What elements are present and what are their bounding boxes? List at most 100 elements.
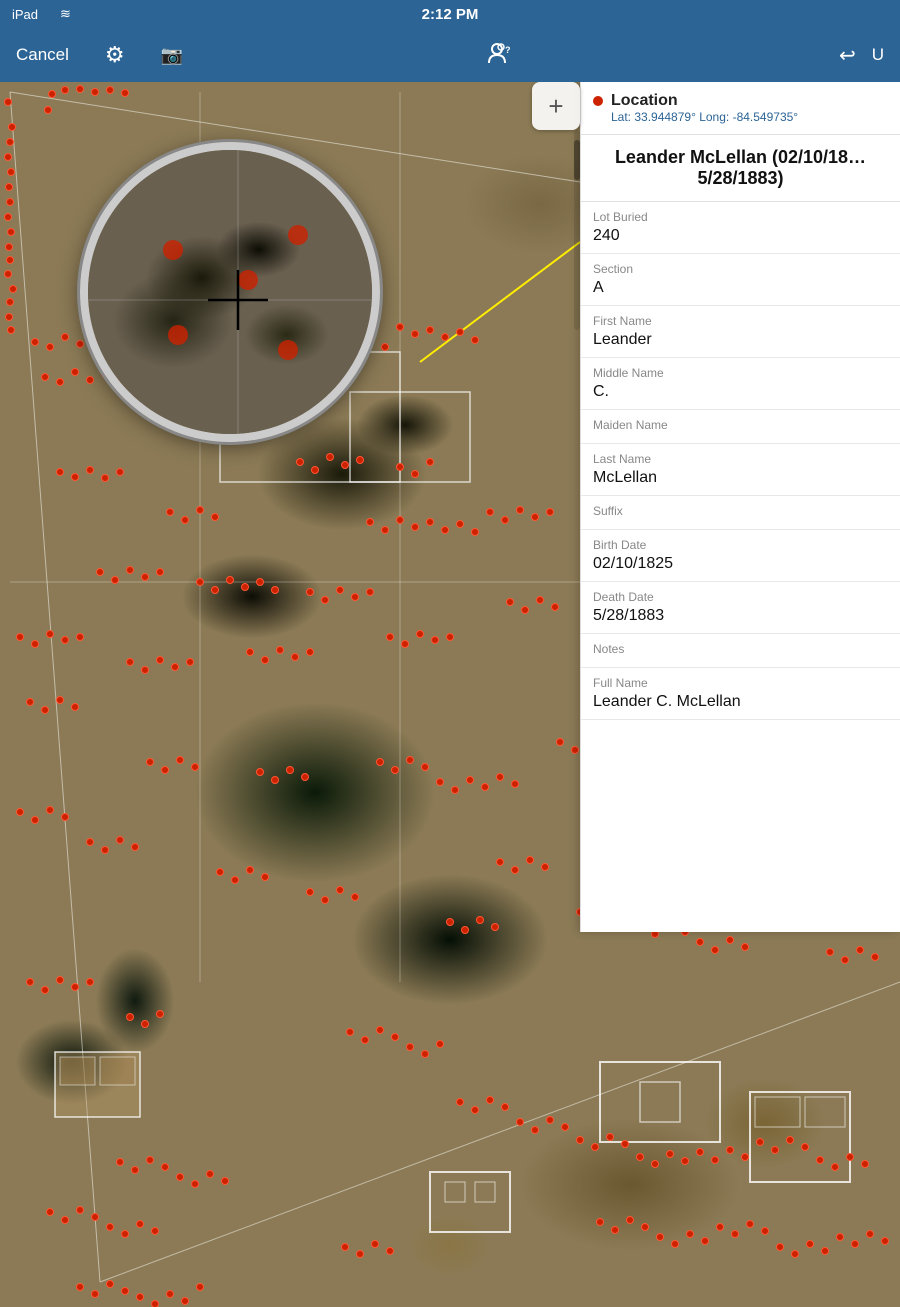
grave-dot: [48, 90, 56, 98]
grave-dot: [76, 85, 84, 93]
grave-dot: [341, 461, 349, 469]
grave-dot: [6, 138, 14, 146]
grave-dot: [341, 1243, 349, 1251]
grave-dot: [321, 596, 329, 604]
grave-dot: [386, 1247, 394, 1255]
info-field: Middle NameC.: [581, 358, 900, 410]
grave-dot: [351, 893, 359, 901]
grave-dot: [366, 588, 374, 596]
grave-dot: [151, 1300, 159, 1307]
camera-icon[interactable]: 📷: [161, 45, 183, 66]
grave-dot: [116, 1158, 124, 1166]
grave-dot: [46, 630, 54, 638]
back-button[interactable]: ↩: [839, 43, 856, 68]
grave-dot: [216, 868, 224, 876]
grave-dot: [16, 808, 24, 816]
gear-icon[interactable]: ⚙: [105, 42, 125, 68]
grave-dot: [606, 1133, 614, 1141]
grave-dot: [531, 1126, 539, 1134]
field-value: C.: [593, 383, 888, 401]
grave-dot: [681, 1157, 689, 1165]
svg-text:?: ?: [505, 45, 511, 55]
grave-dot: [116, 836, 124, 844]
grave-dot: [61, 1216, 69, 1224]
info-field: Last NameMcLellan: [581, 444, 900, 496]
grave-dot: [411, 523, 419, 531]
grave-dot: [4, 153, 12, 161]
grave-dot: [46, 343, 54, 351]
grave-dot: [261, 656, 269, 664]
grave-dot: [551, 603, 559, 611]
field-label: Last Name: [593, 452, 888, 466]
grave-dot: [86, 466, 94, 474]
grave-dot: [206, 1170, 214, 1178]
grave-dot: [396, 516, 404, 524]
grave-dot: [396, 323, 404, 331]
grave-dot: [516, 1118, 524, 1126]
info-field: Notes: [581, 634, 900, 668]
grave-dot: [261, 873, 269, 881]
field-value: A: [593, 279, 888, 297]
grave-dot: [61, 813, 69, 821]
grave-dot: [421, 1050, 429, 1058]
grave-dot: [466, 776, 474, 784]
status-time: 2:12 PM: [422, 6, 479, 23]
grave-dot: [416, 630, 424, 638]
grave-dot: [786, 1136, 794, 1144]
grave-dot: [741, 1153, 749, 1161]
grave-dot: [106, 1280, 114, 1288]
info-panel[interactable]: Location Lat: 33.944879° Long: -84.54973…: [580, 82, 900, 932]
grave-dot: [381, 343, 389, 351]
grave-dot: [476, 916, 484, 924]
update-button[interactable]: U: [872, 45, 884, 65]
info-field: Suffix: [581, 496, 900, 530]
grave-dot: [441, 526, 449, 534]
grave-dot: [546, 508, 554, 516]
field-label: First Name: [593, 314, 888, 328]
magnifier-overlay: [88, 150, 380, 442]
grave-dot: [46, 1208, 54, 1216]
grave-dot: [131, 843, 139, 851]
grave-dot: [701, 1237, 709, 1245]
info-field: Death Date 5/28/1883: [581, 582, 900, 634]
field-value: 5/28/1883: [593, 607, 888, 625]
grave-dot: [431, 636, 439, 644]
grave-dot: [101, 846, 109, 854]
grave-dot: [456, 328, 464, 336]
grave-dot: [5, 243, 13, 251]
cancel-button[interactable]: Cancel: [16, 45, 69, 65]
field-label: Full Name: [593, 676, 888, 690]
grave-dot: [86, 838, 94, 846]
person-question-button[interactable]: ?: [487, 41, 515, 69]
field-label: Notes: [593, 642, 888, 656]
grave-dot: [391, 766, 399, 774]
grave-dot: [881, 1237, 889, 1245]
grave-dot: [406, 1043, 414, 1051]
map-area[interactable]: + Location Lat: 33.944879° Long: -84.549…: [0, 82, 900, 1307]
grave-dot: [486, 1096, 494, 1104]
grave-dot: [111, 576, 119, 584]
grave-dot: [71, 473, 79, 481]
grave-dot: [836, 1233, 844, 1241]
info-field: SectionA: [581, 254, 900, 306]
info-field: Maiden Name: [581, 410, 900, 444]
grave-dot: [621, 1140, 629, 1148]
grave-dot: [866, 1230, 874, 1238]
grave-dot: [106, 86, 114, 94]
grave-dot: [391, 1033, 399, 1041]
location-text: Location Lat: 33.944879° Long: -84.54973…: [611, 92, 798, 124]
grave-dot: [696, 938, 704, 946]
grave-dot: [16, 633, 24, 641]
grave-dot: [76, 340, 84, 348]
grave-dot: [141, 573, 149, 581]
grave-dot: [546, 1116, 554, 1124]
grave-dot: [146, 1156, 154, 1164]
plus-button[interactable]: +: [532, 82, 580, 130]
grave-dot: [116, 468, 124, 476]
grave-dot: [336, 586, 344, 594]
field-label: Death Date: [593, 590, 888, 604]
grave-dot: [41, 706, 49, 714]
grave-dot: [611, 1226, 619, 1234]
grave-dot: [71, 703, 79, 711]
grave-dot: [771, 1146, 779, 1154]
